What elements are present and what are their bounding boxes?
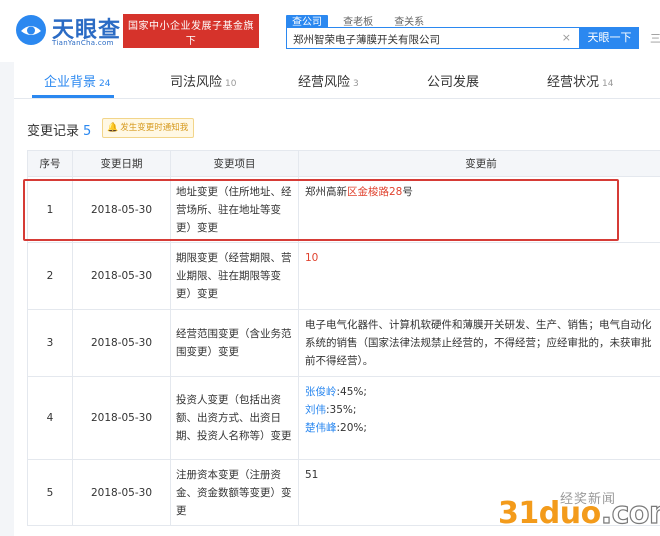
search-input-value[interactable]: 郑州智荣电子薄膜开关有限公司 (293, 32, 440, 47)
search-type-tabs: 查公司 查老板 查关系 (286, 10, 434, 30)
watermark-site: 31duo.com (498, 495, 660, 531)
tab-label: 公司发展 (427, 75, 480, 90)
cell-date: 2018-05-30 (72, 459, 171, 526)
tab-label: 经营风险 (298, 75, 351, 90)
investor-line: 刘伟:35%; (305, 401, 657, 419)
cell-no: 3 (27, 309, 73, 377)
cell-before: 郑州高新区金梭路28号 (298, 176, 660, 243)
section-count: 5 (83, 124, 92, 139)
before-highlight: 10 (305, 252, 319, 264)
site-logo[interactable]: 天眼查 TianYanCha.com (14, 10, 124, 50)
watermark-site-a: 31duo (498, 496, 601, 531)
tianyancha-eye-icon (16, 15, 46, 45)
tab-label: 司法风险 (170, 75, 223, 90)
col-header-no: 序号 (27, 150, 73, 177)
watermark-site-b: .com (600, 495, 660, 531)
tab-label: 经营状况 (547, 75, 600, 90)
tab-count: 3 (353, 79, 359, 89)
tab-enterprise-background[interactable]: 企业背景 24 (44, 71, 110, 90)
gov-badge-line1: 国家中小企业发展子基金旗下 (128, 21, 254, 47)
cell-date: 2018-05-30 (72, 376, 171, 460)
table-row: 3 2018-05-30 经营范围变更（含业务范围变更）变更 电子电气化器件、计… (27, 309, 660, 377)
col-header-before: 变更前 (298, 150, 660, 177)
tab-count: 10 (225, 79, 237, 89)
before-tail: 号 (402, 186, 413, 198)
investor-pct: :35%; (326, 404, 357, 416)
table-header-row: 序号 变更日期 变更项目 变更前 (27, 150, 660, 177)
cell-no: 2 (27, 242, 73, 310)
cell-item: 经营范围变更（含业务范围变更）变更 (170, 309, 299, 377)
investor-line: 楚伟峰:20%; (305, 419, 657, 437)
cell-before: 10 (298, 242, 660, 310)
company-nav: 企业背景 24 司法风险 10 经营风险 3 公司发展 经营状况 14 (14, 62, 660, 99)
investor-line: 张俊岭:45%; (305, 383, 657, 401)
table-row: 4 2018-05-30 投资人变更（包括出资额、出资方式、出资日期、投资人名称… (27, 376, 660, 460)
table-row: 2 2018-05-30 期限变更（经营期限、营业期限、驻在期限等变更）变更 1… (27, 242, 660, 310)
tab-label: 企业背景 (44, 75, 97, 90)
cell-before: 电子电气化器件、计算机软硬件和薄膜开关研发、生产、销售；电气自动化系统的销售（国… (298, 309, 660, 377)
clear-icon[interactable]: × (562, 31, 571, 44)
cell-item: 地址变更（住所地址、经营场所、驻在地址等变更）变更 (170, 176, 299, 243)
cell-date: 2018-05-30 (72, 176, 171, 243)
notify-label: 发生变更时通知我 (120, 123, 189, 133)
top-header: 天眼查 TianYanCha.com 国家中小企业发展子基金旗下 官方备案企业征… (0, 0, 660, 67)
before-highlight: 区金梭路28 (347, 186, 403, 198)
investor-link[interactable]: 张俊岭 (305, 386, 337, 398)
section-title: 变更记录 5 (27, 120, 91, 139)
cell-no: 1 (27, 176, 73, 243)
table-row: 1 2018-05-30 地址变更（住所地址、经营场所、驻在地址等变更）变更 郑… (27, 176, 660, 243)
active-tab-indicator (32, 95, 114, 98)
investor-link[interactable]: 楚伟峰 (305, 422, 337, 434)
change-records-table: 序号 变更日期 变更项目 变更前 1 2018-05-30 地址变更（住所地址、… (27, 150, 660, 526)
investor-link[interactable]: 刘伟 (305, 404, 326, 416)
tab-count: 14 (602, 79, 614, 89)
gov-badge: 国家中小企业发展子基金旗下 官方备案企业征信机构 (123, 14, 259, 67)
investor-pct: :45%; (336, 386, 367, 398)
search-button[interactable]: 天眼一下 (580, 27, 639, 49)
tab-count: 24 (99, 79, 111, 89)
cell-before: 张俊岭:45%; 刘伟:35%; 楚伟峰:20%; (298, 376, 660, 460)
search-input[interactable]: 郑州智荣电子薄膜开关有限公司 × (286, 27, 580, 49)
cell-item: 投资人变更（包括出资额、出资方式、出资日期、投资人名称等）变更 (170, 376, 299, 460)
cell-date: 2018-05-30 (72, 309, 171, 377)
cell-date: 2018-05-30 (72, 242, 171, 310)
main-card: 企业背景 24 司法风险 10 经营风险 3 公司发展 经营状况 14 变更记录 5 🔔 发… (14, 62, 660, 536)
cell-no: 5 (27, 459, 73, 526)
section-title-text: 变更记录 (27, 124, 80, 139)
tab-operation-status[interactable]: 经营状况 14 (547, 71, 613, 90)
bell-icon: 🔔 (107, 123, 119, 133)
cell-no: 4 (27, 376, 73, 460)
col-header-item: 变更项目 (170, 150, 299, 177)
tab-operation-risk[interactable]: 经营风险 3 (298, 71, 359, 90)
cell-item: 期限变更（经营期限、营业期限、驻在期限等变更）变更 (170, 242, 299, 310)
menu-icon[interactable]: 三 (650, 30, 660, 46)
notify-button[interactable]: 🔔 发生变更时通知我 (102, 118, 195, 138)
cell-item: 注册资本变更（注册资金、资金数额等变更）变更 (170, 459, 299, 526)
before-text: 郑州高新 (305, 186, 347, 198)
col-header-date: 变更日期 (72, 150, 171, 177)
logo-subtitle: TianYanCha.com (52, 39, 114, 47)
tab-judicial-risk[interactable]: 司法风险 10 (170, 71, 236, 90)
tab-company-development[interactable]: 公司发展 (427, 71, 482, 90)
investor-pct: :20%; (336, 422, 367, 434)
